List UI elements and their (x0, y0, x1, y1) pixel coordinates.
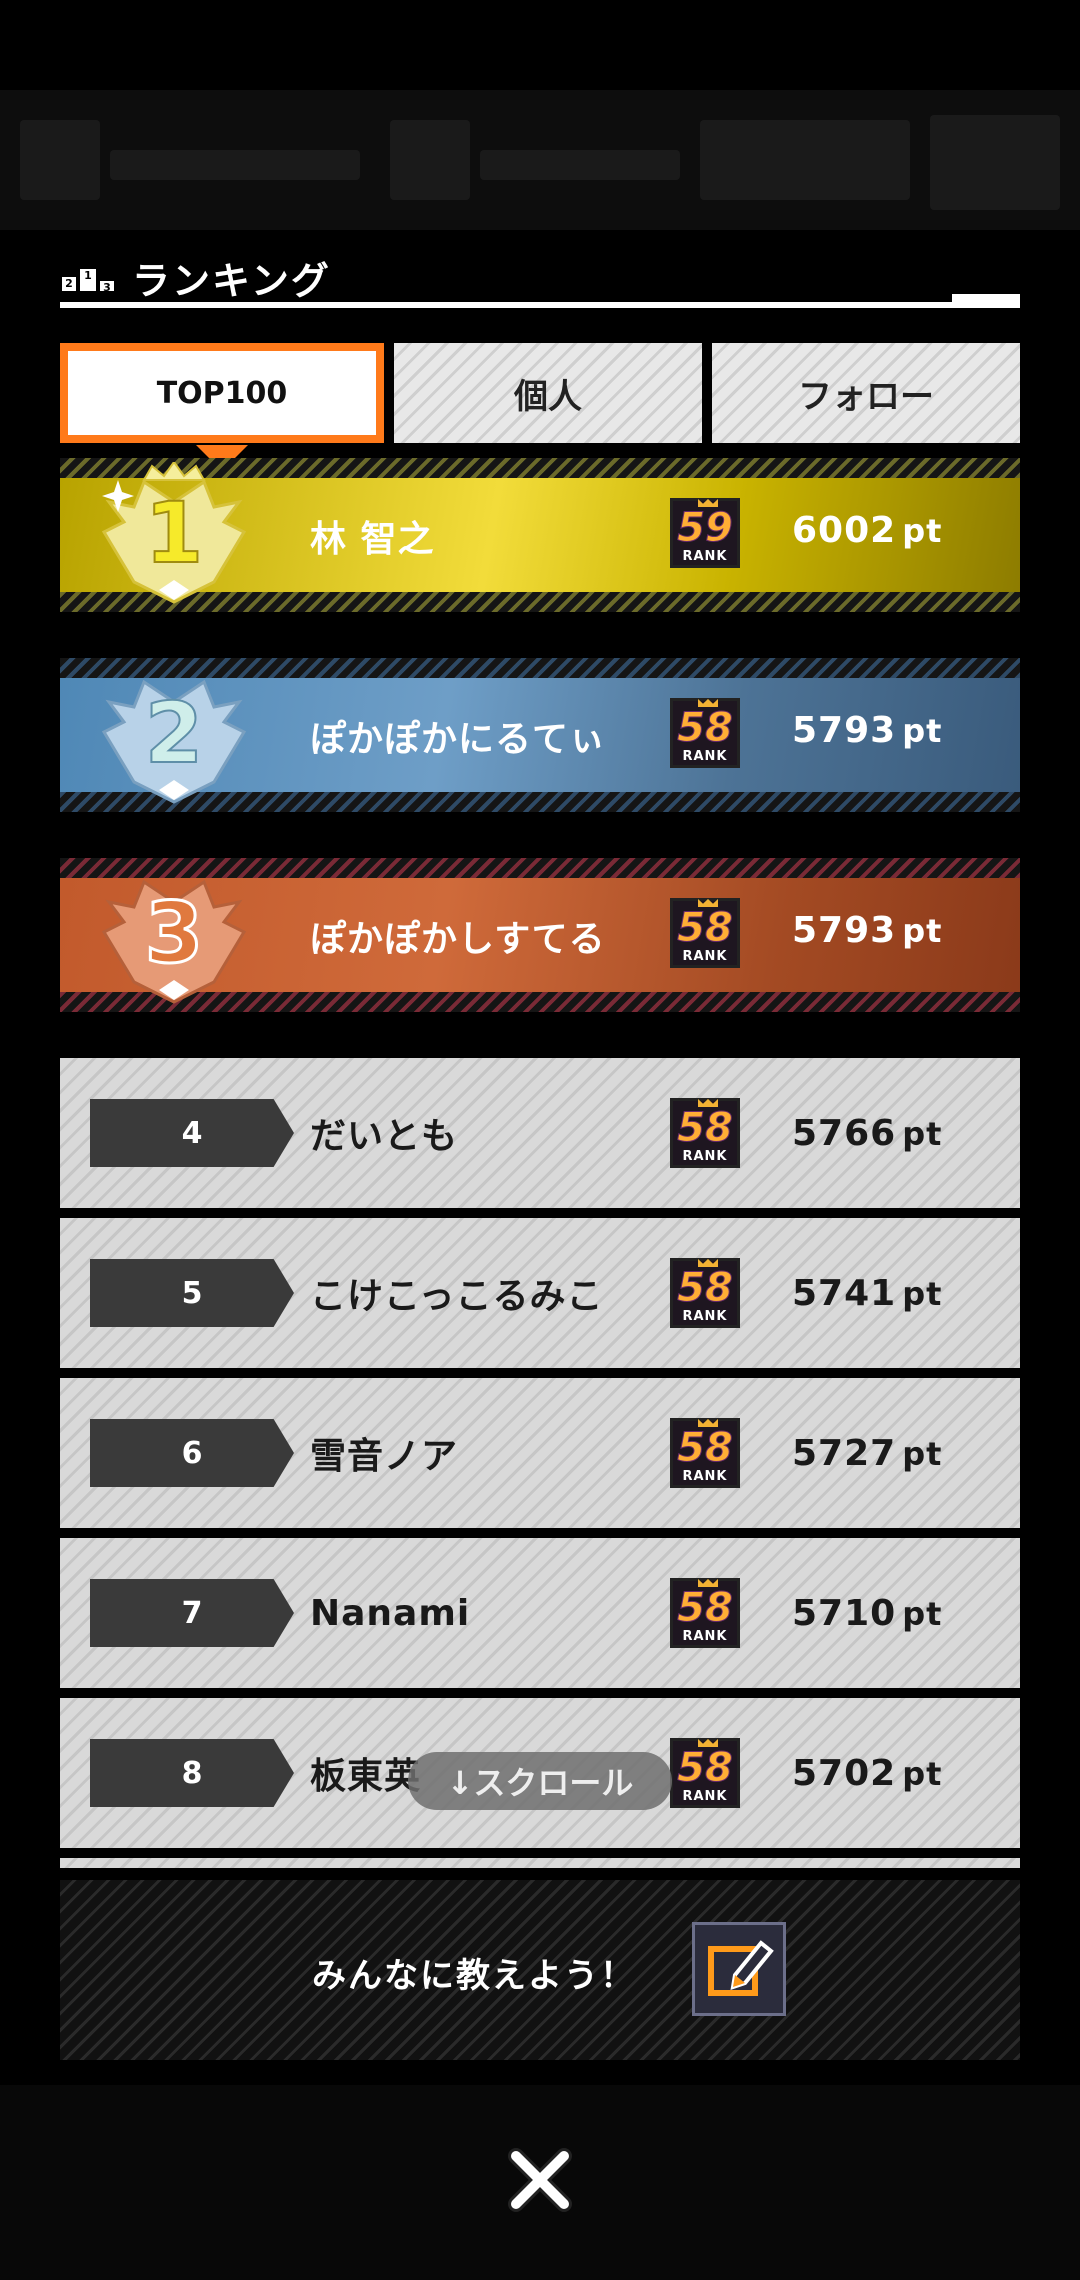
player-name: 林 智之 (310, 519, 435, 560)
ranking-row-6[interactable]: 6 雪音ノア 58 RANK 5727 pt (60, 1378, 1020, 1528)
player-name: 板東英 (310, 1756, 422, 1797)
bronze-medal-icon: 3 (101, 879, 247, 1004)
ranking-row-partial (60, 1858, 1020, 1868)
player-name: だいとも (310, 1116, 459, 1157)
rank-badge: 58 RANK (670, 1258, 740, 1328)
player-name: Nanami (310, 1592, 471, 1634)
tab-follow[interactable]: フォロー (712, 343, 1020, 443)
player-points: 6002 pt (792, 510, 943, 551)
rank-badge: 58 RANK (670, 1578, 740, 1648)
ranking-row-2[interactable]: 2 ぽかぽかにるてぃ 58 RANK 5793 pt (60, 658, 1020, 812)
rank-badge: 58 RANK (670, 1418, 740, 1488)
panel-header: 2 1 3 ランキング (60, 250, 331, 305)
rank-number: 5 (90, 1259, 294, 1327)
player-name: こけこっこるみこ (310, 1276, 604, 1317)
background-header (0, 90, 1080, 230)
rank-number: 6 (90, 1419, 294, 1487)
rank-badge: 59 RANK (670, 498, 740, 568)
edit-share-button[interactable] (692, 1922, 786, 2016)
player-points: 5741 pt (792, 1272, 943, 1314)
rank-badge: 58 RANK (670, 1738, 740, 1808)
title-divider (60, 302, 1020, 308)
podium-icon: 2 1 3 (60, 263, 118, 294)
gold-medal-icon: 1 (101, 462, 247, 604)
player-points: 5702 pt (792, 1752, 943, 1794)
rank-badge: 58 RANK (670, 1098, 740, 1168)
ranking-list[interactable]: 1 林 智之 59 RANK 6002 pt 2 ぽかぽかにるてぃ 58 RANK… (60, 458, 1020, 1868)
rank-badge: 58 RANK (670, 698, 740, 768)
panel-title: ランキング (132, 259, 331, 303)
ranking-tabs: TOP100 個人 フォロー (60, 343, 1020, 471)
rank-number: 8 (90, 1739, 294, 1807)
player-points: 5766 pt (792, 1112, 943, 1154)
ranking-row-5[interactable]: 5 こけこっこるみこ 58 RANK 5741 pt (60, 1218, 1020, 1368)
player-points: 5793 pt (792, 910, 943, 951)
silver-medal-icon: 2 (101, 679, 247, 804)
svg-text:1: 1 (145, 484, 203, 582)
tab-personal[interactable]: 個人 (394, 343, 702, 443)
player-name: ぽかぽかにるてぃ (310, 719, 607, 760)
ranking-row-4[interactable]: 4 だいとも 58 RANK 5766 pt (60, 1058, 1020, 1208)
ranking-row-3[interactable]: 3 ぽかぽかしすてる 58 RANK 5793 pt (60, 858, 1020, 1012)
ranking-row-1[interactable]: 1 林 智之 59 RANK 6002 pt (60, 458, 1020, 612)
share-label: みんなに教えよう！ (312, 1956, 636, 1996)
edit-share-icon (708, 1940, 774, 1996)
scroll-hint: ↓スクロール (408, 1752, 672, 1810)
rank-number: 7 (90, 1579, 294, 1647)
rank-number: 4 (90, 1099, 294, 1167)
player-name: 雪音ノア (310, 1436, 459, 1477)
ranking-row-7[interactable]: 7 Nanami 58 RANK 5710 pt (60, 1538, 1020, 1688)
player-points: 5727 pt (792, 1432, 943, 1474)
rank-badge: 58 RANK (670, 898, 740, 968)
player-points: 5710 pt (792, 1592, 943, 1634)
tab-top100[interactable]: TOP100 (60, 343, 384, 471)
close-icon[interactable] (504, 2144, 576, 2216)
player-name: ぽかぽかしすてる (310, 919, 606, 960)
player-points: 5793 pt (792, 710, 943, 751)
share-bar: みんなに教えよう！ (60, 1880, 1020, 2060)
svg-text:2: 2 (145, 684, 203, 782)
svg-text:3: 3 (145, 884, 203, 982)
